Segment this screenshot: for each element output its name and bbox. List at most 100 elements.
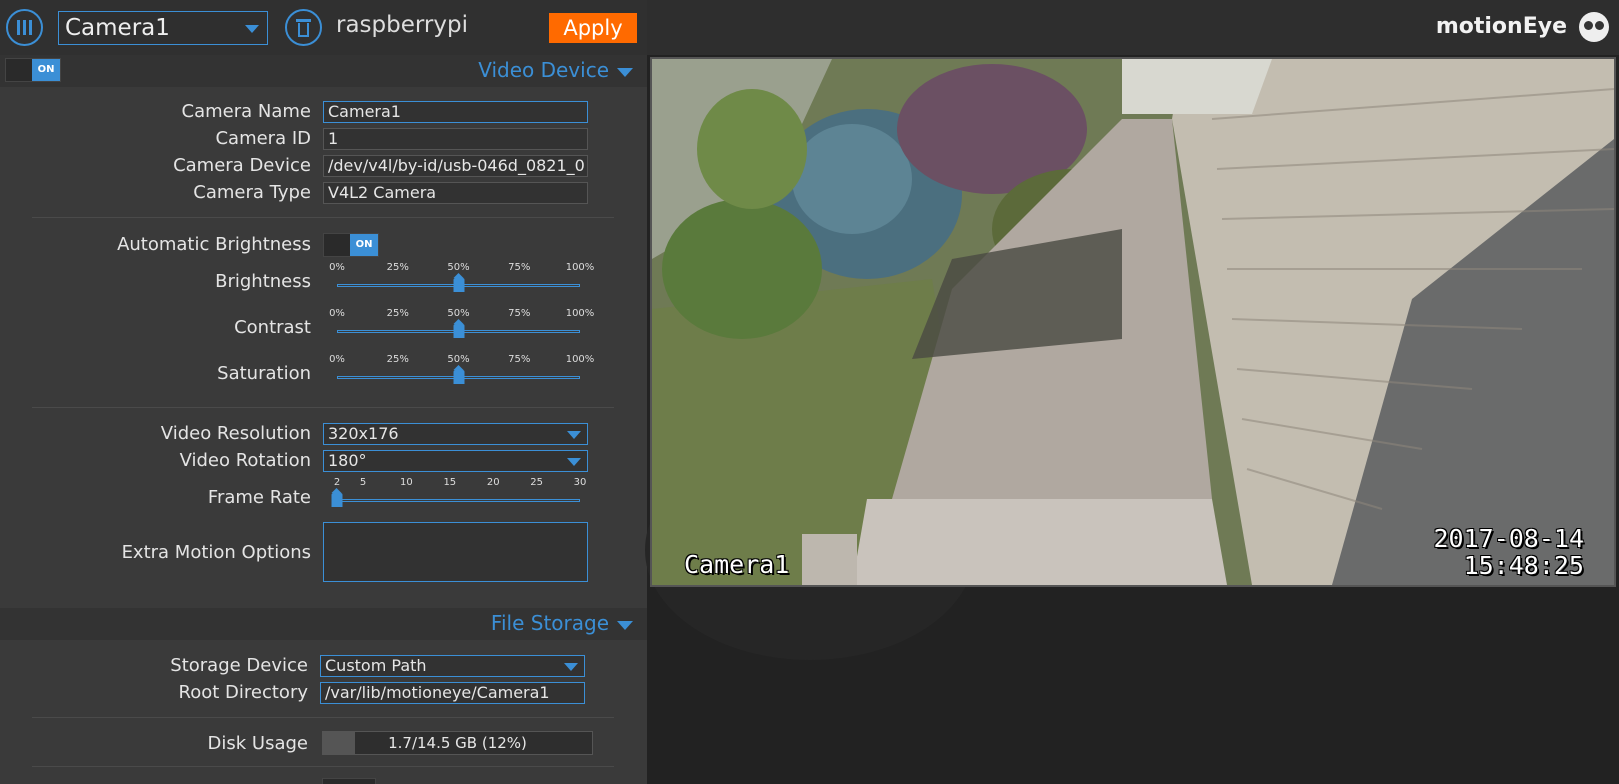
slider-thumb[interactable] (331, 488, 343, 507)
camera-id-value: 1 (323, 128, 588, 150)
slider-ticks: 2 5 10 15 20 25 30 (330, 477, 587, 489)
camera-frame[interactable]: Camera1 2017-08-14 15:48:25 (650, 57, 1616, 587)
video-resolution-value: 320x176 (328, 424, 399, 443)
slider-track[interactable] (337, 499, 580, 502)
disk-usage-bar: 1.7/14.5 GB (12%) (322, 731, 593, 755)
slider-tick-label: 0% (329, 308, 345, 319)
slider-thumb[interactable] (453, 319, 464, 338)
slider-tick-label: 75% (508, 354, 531, 365)
slider-tick-label: 50% (447, 262, 470, 273)
file-storage-section-header[interactable]: File Storage (0, 608, 647, 640)
settings-menu-button[interactable] (6, 9, 43, 46)
saturation-label: Saturation (217, 363, 311, 384)
slider-thumb[interactable] (453, 273, 464, 292)
video-rotation-select[interactable]: 180° (323, 450, 588, 472)
camera-enable-toggle[interactable]: ON (5, 58, 61, 82)
video-resolution-label: Video Resolution (160, 423, 311, 444)
trash-icon (298, 23, 309, 37)
settings-topbar: Camera1 raspberrypi Apply (0, 0, 647, 55)
slider-tick-label: 50% (447, 354, 470, 365)
chevron-down-icon (567, 458, 581, 466)
brightness-slider[interactable]: 0% 25% 50% 75% 100% (329, 262, 594, 292)
host-name: raspberrypi (336, 12, 468, 38)
slider-tick-label: 2 (333, 477, 341, 488)
video-device-title: Video Device (478, 58, 609, 82)
slider-tick-label: 75% (508, 308, 531, 319)
slider-tick-label: 100% (565, 308, 595, 319)
frame-rate-label: Frame Rate (207, 487, 311, 508)
app-header: motionEye (647, 0, 1619, 55)
slider-thumb[interactable] (453, 365, 464, 384)
slider-tick-label: 5 (359, 477, 367, 488)
video-device-section-header[interactable]: ON Video Device (0, 55, 647, 87)
auto-brightness-toggle[interactable]: ON (323, 233, 379, 257)
divider (32, 717, 614, 718)
slider-tick-label: 20 (486, 477, 500, 488)
motioneye-app: Camera1 raspberrypi Apply ON Video Devic… (0, 0, 1619, 784)
camera-id-label: Camera ID (215, 128, 311, 149)
slider-tick-label: 75% (508, 262, 531, 273)
camera-overlay-timestamp: 2017-08-14 15:48:25 (1433, 525, 1584, 579)
auto-brightness-label: Automatic Brightness (117, 234, 311, 255)
settings-panel: Camera1 raspberrypi Apply ON Video Devic… (0, 0, 647, 784)
brand-name: motionEye (1435, 14, 1567, 39)
slider-tick-label: 15 (443, 477, 457, 488)
slider-tick-label: 0% (329, 354, 345, 365)
frame-rate-slider[interactable]: 2 5 10 15 20 25 30 (330, 477, 587, 507)
owl-eye (1595, 21, 1604, 30)
chevron-down-icon (245, 25, 259, 33)
saturation-slider[interactable]: 0% 25% 50% 75% 100% (329, 354, 594, 384)
chevron-down-icon (567, 431, 581, 439)
slider-tick-label: 100% (565, 354, 595, 365)
divider (32, 407, 614, 408)
trash-icon (296, 19, 311, 22)
slider-tick-label: 50% (447, 308, 470, 319)
camera-name-label: Camera Name (181, 101, 311, 122)
camera-device-value: /dev/v4l/by-id/usb-046d_0821_0 (323, 155, 588, 177)
slider-tick-label: 30 (573, 477, 587, 488)
divider (32, 217, 614, 218)
contrast-slider[interactable]: 0% 25% 50% 75% 100% (329, 308, 594, 338)
camera-select[interactable]: Camera1 (58, 11, 268, 45)
file-storage-title: File Storage (490, 611, 609, 635)
storage-device-label: Storage Device (170, 655, 308, 676)
storage-device-select[interactable]: Custom Path (320, 655, 585, 677)
slider-tick-label: 0% (329, 262, 345, 273)
owl-logo-icon (1579, 12, 1609, 42)
camera-type-value: V4L2 Camera (323, 182, 588, 204)
slider-tick-label: 25% (386, 262, 409, 273)
chevron-down-icon (617, 68, 633, 77)
slider-tick-label: 100% (565, 262, 595, 273)
camera-overlay-time: 15:48:25 (1463, 551, 1584, 580)
root-directory-label: Root Directory (178, 682, 308, 703)
storage-option-toggle[interactable] (322, 778, 376, 784)
toggle-knob: ON (32, 59, 60, 81)
extra-motion-options-input[interactable] (323, 522, 588, 582)
camera-name-input[interactable]: Camera1 (323, 101, 588, 123)
divider (32, 766, 614, 767)
contrast-label: Contrast (234, 317, 311, 338)
slider-tick-label: 10 (400, 477, 413, 488)
menu-bars-icon (17, 20, 20, 35)
video-rotation-label: Video Rotation (179, 450, 311, 471)
slider-tick-label: 25% (386, 308, 409, 319)
disk-usage-label: Disk Usage (207, 733, 308, 754)
storage-device-value: Custom Path (325, 656, 427, 675)
slider-tick-label: 25 (530, 477, 543, 488)
brightness-label: Brightness (215, 271, 311, 292)
menu-bars-icon (29, 20, 32, 35)
slider-tick-label: 25% (386, 354, 409, 365)
video-rotation-value: 180° (328, 451, 367, 470)
apply-button[interactable]: Apply (549, 13, 637, 43)
root-directory-input[interactable]: /var/lib/motioneye/Camera1 (320, 682, 585, 704)
remove-camera-button[interactable] (285, 9, 322, 46)
camera-device-label: Camera Device (173, 155, 311, 176)
camera-overlay-name: Camera1 (684, 550, 790, 579)
camera-live-image (652, 59, 1614, 585)
menu-bars-icon (23, 20, 26, 35)
extra-motion-options-label: Extra Motion Options (121, 542, 311, 563)
camera-select-value: Camera1 (65, 15, 170, 41)
toggle-knob: ON (350, 234, 378, 256)
camera-type-label: Camera Type (193, 182, 311, 203)
video-resolution-select[interactable]: 320x176 (323, 423, 588, 445)
